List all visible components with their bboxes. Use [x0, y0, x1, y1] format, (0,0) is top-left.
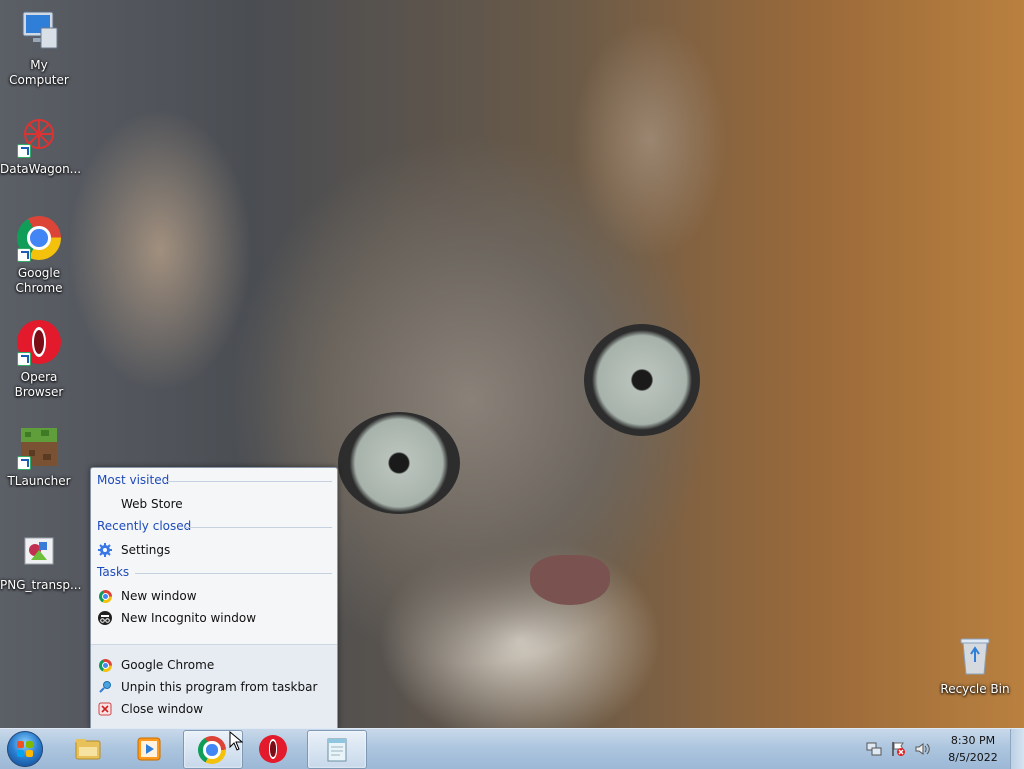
- wallpaper-eye-left: [338, 412, 460, 514]
- mouse-cursor-icon: [229, 731, 243, 751]
- desktop-icon-datawagon[interactable]: DataWagon...: [0, 112, 82, 177]
- desktop-icon-label: Recycle Bin: [940, 682, 1010, 696]
- media-player-icon: [135, 735, 163, 763]
- desktop-icon-label: DataWagon...: [0, 162, 82, 176]
- tray-network-icon[interactable]: [866, 741, 882, 757]
- chrome-jump-list: Most visited Web Store Recently closed S…: [90, 467, 338, 729]
- chrome-icon: [97, 657, 113, 673]
- opera-icon: [259, 735, 287, 763]
- tlauncher-icon: [15, 424, 63, 472]
- incognito-icon: [97, 610, 113, 626]
- desktop-icon-label: Google Chrome: [15, 266, 63, 295]
- tray-clock-time[interactable]: 8:30 PM: [938, 734, 1008, 747]
- jumplist-item-close-window[interactable]: Close window: [97, 699, 203, 719]
- unpin-icon: [97, 679, 113, 695]
- computer-icon: [15, 8, 63, 56]
- wallpaper-eye-right: [584, 324, 700, 436]
- windows-flag-icon: [17, 741, 33, 757]
- taskbar: 8:30 PM 8/5/2022: [0, 728, 1024, 769]
- recycle-bin-icon: [951, 632, 999, 680]
- taskbar-media-player-button[interactable]: [121, 730, 179, 767]
- jumplist-item-google-chrome[interactable]: Google Chrome: [97, 655, 214, 675]
- taskbar-opera-button[interactable]: [245, 730, 303, 767]
- taskbar-explorer-button[interactable]: [60, 730, 118, 767]
- chrome-icon: [97, 588, 113, 604]
- notepad-icon: [322, 736, 350, 764]
- desktop-icon-label: TLauncher: [7, 474, 71, 488]
- desktop-icon-png-file[interactable]: PNG_transp...: [0, 528, 82, 593]
- jumplist-item-unpin[interactable]: Unpin this program from taskbar: [97, 677, 317, 697]
- jumplist-item-web-store[interactable]: Web Store: [97, 494, 183, 514]
- chrome-icon: [15, 216, 63, 264]
- desktop-icon-label: Opera Browser: [14, 370, 64, 399]
- tray-volume-icon[interactable]: [914, 741, 930, 757]
- desktop-icon-label: My Computer: [9, 58, 69, 87]
- desktop-icon-my-computer[interactable]: My Computer: [0, 8, 78, 88]
- jumplist-item-new-incognito-window[interactable]: New Incognito window: [97, 608, 256, 628]
- wallpaper-nose: [530, 555, 610, 605]
- gear-icon: [97, 542, 113, 558]
- close-window-icon: [97, 701, 113, 717]
- desktop-icon-opera[interactable]: Opera Browser: [0, 320, 78, 400]
- desktop-icon-google-chrome[interactable]: Google Chrome: [0, 216, 78, 296]
- jumplist-header-recently-closed: Recently closed: [97, 519, 332, 533]
- start-button[interactable]: [7, 731, 43, 767]
- tray-clock-date[interactable]: 8/5/2022: [938, 751, 1008, 764]
- jumplist-item-settings[interactable]: Settings: [97, 540, 170, 560]
- jumplist-footer: Google Chrome Unpin this program from ta…: [91, 644, 337, 729]
- datawagon-icon: [15, 112, 63, 160]
- explorer-icon: [74, 735, 102, 763]
- show-desktop-button[interactable]: [1010, 729, 1024, 769]
- taskbar-notepad-button[interactable]: [307, 730, 367, 769]
- jumplist-item-new-window[interactable]: New window: [97, 586, 197, 606]
- desktop-icon-recycle-bin[interactable]: Recycle Bin: [936, 632, 1014, 697]
- jumplist-header-most-visited: Most visited: [97, 473, 332, 487]
- opera-icon: [15, 320, 63, 368]
- tray-action-center-icon[interactable]: [890, 741, 906, 757]
- jumplist-header-tasks: Tasks: [97, 565, 332, 579]
- desktop-icon-label: PNG_transp...: [0, 578, 82, 592]
- desktop-icon-tlauncher[interactable]: TLauncher: [0, 424, 78, 489]
- blank-icon: [97, 496, 113, 512]
- png-file-icon: [15, 528, 63, 576]
- chrome-icon: [198, 736, 226, 764]
